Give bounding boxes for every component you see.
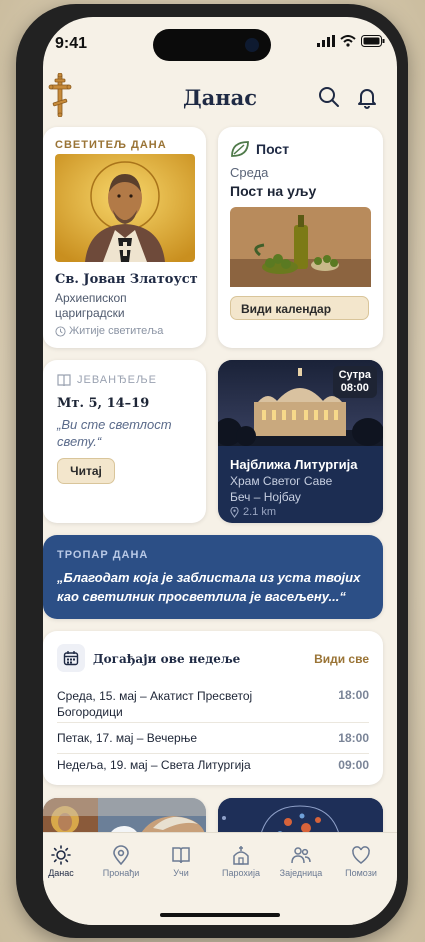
event-text: Петак, 17. мај – Вечерње [57,731,198,745]
fast-day: Среда [230,165,269,180]
nearest-liturgy-card[interactable]: Сутра 08:00 Најближа Литургија Храм Свет… [218,360,383,523]
view-calendar-button[interactable]: Види календар [230,296,369,320]
event-row[interactable]: Недеља, 19. мај – Света Литургија 09:00 [57,758,369,776]
troparion-text: „Благодат која је заблистала из уста тво… [57,570,361,604]
tab-parish[interactable]: Парохија [211,845,271,878]
home-indicator [160,913,280,917]
calendar-icon [63,651,79,666]
tab-label: Пронађи [102,868,140,878]
troparion-eyebrow: ТРОПАР ДАНА [57,549,149,561]
event-time: 09:00 [338,758,369,772]
church-icon [233,846,249,865]
tab-today[interactable]: Данас [43,845,91,878]
bell-icon[interactable] [355,85,379,109]
battery-icon [361,35,385,47]
tab-label: Учи [173,868,189,878]
saint-life-link[interactable]: Житије светитеља [55,325,163,337]
calendar-icon-box [57,644,85,672]
dynamic-island [153,29,271,61]
status-icons [317,35,385,47]
event-time: 18:00 [338,731,369,745]
status-time: 9:41 [55,35,88,52]
read-button[interactable]: Читај [57,458,115,484]
events-title: Догађаји ове недеље [93,652,241,666]
liturgy-distance-label: 2.1 km [243,506,277,518]
bottom-tab-bar: Данас Пронађи Учи Парохија Заједница Пом… [43,832,397,925]
event-text: Недеља, 19. мај – Света Литургија [57,758,251,772]
heart-icon [352,846,370,864]
gospel-card[interactable]: ЈЕВАНЂЕЉЕ Мт. 5, 14–19 „Ви сте светлост … [43,360,206,523]
saint-life-link-label: Житије светитеља [69,325,164,337]
fast-card[interactable]: Пост Среда Пост на уљу Види календар [218,127,383,348]
tab-label: Заједница [279,868,323,878]
liturgy-badge-time: 08:00 [340,382,369,394]
tab-learn[interactable]: Учи [151,845,211,878]
gospel-quote: „Ви сте светлост свету.“ [57,417,172,449]
saint-eyebrow: СВЕТИТЕЉ ДАНА [55,139,167,151]
app-screen: 9:41 Данас СВЕТИТЕЉ ДАНА Св. Јован Злато… [43,17,397,925]
tab-help[interactable]: Помози [331,845,391,878]
sun-icon [51,845,71,865]
fast-title: Пост [256,141,290,157]
liturgy-church: Храм Светог Саве [230,474,333,488]
page-title: Данас [182,85,258,110]
saint-of-the-day-card[interactable]: СВЕТИТЕЉ ДАНА Св. Јован Златоуст Архиепи… [43,127,206,348]
tab-community[interactable]: Заједница [271,845,331,878]
liturgy-badge-day: Сутра [338,369,371,381]
tab-find[interactable]: Пронађи [91,845,151,878]
event-text: Среда, 15. мај – Акатист Пресветој Богор… [57,689,253,719]
olive-oil-image [230,207,371,287]
tab-label: Парохија [222,868,260,878]
leaf-icon [231,141,249,157]
saint-role: Архиепископ цариградски [55,291,127,320]
see-all-link[interactable]: Види све [314,652,369,666]
tab-label: Помози [345,868,377,878]
signal-icon [317,35,335,47]
liturgy-distance: 2.1 km [230,506,276,518]
location-pin-icon [113,845,129,865]
liturgy-time-badge: Сутра 08:00 [332,366,377,398]
wifi-icon [340,35,356,47]
event-row[interactable]: Среда, 15. мај – Акатист Пресветој Богор… [57,688,369,723]
event-time: 18:00 [338,688,369,702]
saint-name: Св. Јован Златоуст [55,272,198,287]
book-icon [172,847,190,864]
clock-icon [55,325,66,337]
camera-icon [245,38,259,52]
gospel-eyebrow: ЈЕВАНЂЕЉЕ [77,374,157,386]
search-icon[interactable] [317,85,341,109]
people-icon [291,847,311,864]
event-row[interactable]: Петак, 17. мај – Вечерње 18:00 [57,731,369,754]
weekly-events-card: Догађаји ове недеље Види све Среда, 15. … [43,631,383,785]
liturgy-place: Беч – Нојбау [230,490,301,504]
tab-label: Данас [48,868,74,878]
fast-type: Пост на уљу [230,183,317,199]
book-icon [57,374,71,387]
gospel-reference: Мт. 5, 14–19 [57,396,150,411]
troparion-of-the-day-card[interactable]: ТРОПАР ДАНА „Благодат која је заблистала… [43,535,383,619]
location-pin-icon [230,506,239,518]
liturgy-title: Најближа Литургија [230,457,358,472]
saint-icon-image [55,154,195,262]
